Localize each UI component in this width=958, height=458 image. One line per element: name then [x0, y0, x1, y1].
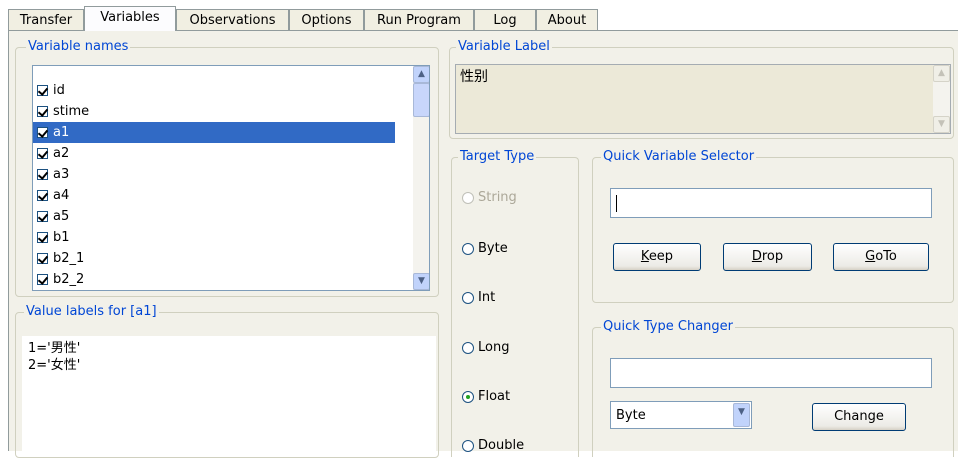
- radio-int-icon: [462, 292, 474, 304]
- keep-button-label: Keep: [640, 249, 674, 264]
- list-item[interactable]: a4: [33, 185, 395, 206]
- radio-label: Byte: [478, 241, 508, 256]
- radio-label: Double: [478, 438, 525, 453]
- list-item[interactable]: a5: [33, 206, 395, 227]
- tab-transfer[interactable]: Transfer: [8, 9, 84, 30]
- radio-double-icon: [462, 440, 474, 452]
- list-item-label: b1: [53, 230, 70, 245]
- tab-variables[interactable]: Variables: [84, 6, 176, 31]
- checkbox-b2-2[interactable]: [37, 274, 48, 285]
- radio-label: Long: [478, 340, 510, 355]
- variable-label-scrollbar: ▲ ▼: [933, 65, 950, 133]
- list-item-label: b2_1: [53, 251, 85, 266]
- tab-log[interactable]: Log: [474, 9, 536, 30]
- list-item-label: a1: [53, 125, 70, 140]
- list-item-label: stime: [53, 104, 90, 119]
- checkbox-a5[interactable]: [37, 211, 48, 222]
- drop-button-label: Drop: [751, 249, 784, 264]
- list-item-label: a3: [53, 167, 70, 182]
- tab-strip: Transfer Variables Observations Options …: [8, 6, 958, 31]
- value-labels-textbox[interactable]: 1='男性' 2='女性': [22, 336, 436, 456]
- variable-label-value: 性别: [460, 69, 488, 85]
- target-type-legend: Target Type: [458, 149, 537, 165]
- variables-panel: Variable names id stime a1 a2 a3 a4 a5 b…: [8, 31, 958, 458]
- list-item[interactable]: a2: [33, 143, 395, 164]
- checkbox-a4[interactable]: [37, 190, 48, 201]
- tab-observations[interactable]: Observations: [176, 9, 289, 30]
- text-cursor: [616, 195, 617, 212]
- quick-type-changer-legend: Quick Type Changer: [601, 319, 735, 335]
- radio-label: Float: [478, 389, 511, 404]
- checkbox-stime[interactable]: [37, 106, 48, 117]
- quick-variable-input[interactable]: [610, 188, 932, 218]
- variable-names-group: Variable names id stime a1 a2 a3 a4 a5 b…: [15, 39, 439, 297]
- value-labels-legend: Value labels for [a1]: [24, 304, 159, 320]
- drop-button[interactable]: Drop: [723, 243, 812, 271]
- quick-variable-selector-group: Quick Variable Selector Keep Drop GoTo: [592, 149, 954, 303]
- variable-names-listbox[interactable]: id stime a1 a2 a3 a4 a5 b1 b2_1 b2_2 ▲ ▼: [32, 65, 430, 291]
- tab-run-program[interactable]: Run Program: [364, 9, 474, 30]
- list-item[interactable]: id: [33, 80, 395, 101]
- target-type-group: Target Type String Byte Int Long Float D…: [451, 149, 579, 457]
- value-labels-group: Value labels for [a1] 1='男性' 2='女性': [15, 304, 439, 458]
- list-item-selected[interactable]: a1: [33, 122, 395, 143]
- radio-string-icon: [462, 192, 474, 204]
- scroll-down-icon[interactable]: ▼: [413, 273, 429, 290]
- list-item-label: a4: [53, 188, 70, 203]
- variable-label-legend: Variable Label: [456, 39, 552, 55]
- scroll-up-icon: ▲: [933, 65, 950, 82]
- radio-float-icon: [462, 391, 474, 403]
- keep-button[interactable]: Keep: [613, 243, 701, 271]
- scroll-thumb[interactable]: [413, 83, 429, 117]
- list-item[interactable]: stime: [33, 101, 395, 122]
- variable-label-group: Variable Label 性别 ▲ ▼: [449, 39, 954, 139]
- quick-type-input[interactable]: [610, 358, 932, 388]
- checkbox-id[interactable]: [37, 85, 48, 96]
- list-item-label: b2_2: [53, 272, 85, 287]
- list-item-label: id: [53, 83, 65, 98]
- scroll-down-icon: ▼: [933, 116, 950, 133]
- list-item-label: a2: [53, 146, 70, 161]
- type-select-value: Byte: [616, 408, 646, 423]
- checkbox-b2-1[interactable]: [37, 253, 48, 264]
- scroll-up-icon[interactable]: ▲: [413, 66, 429, 83]
- chevron-down-icon[interactable]: ▼: [733, 403, 750, 427]
- goto-button-label: GoTo: [865, 249, 897, 264]
- variable-label-field[interactable]: 性别 ▲ ▼: [455, 64, 951, 134]
- checkbox-b1[interactable]: [37, 232, 48, 243]
- tab-about[interactable]: About: [536, 9, 598, 30]
- list-item[interactable]: a3: [33, 164, 395, 185]
- list-item[interactable]: b2_1: [33, 248, 395, 269]
- quick-type-changer-group: Quick Type Changer Byte ▼ Change: [592, 319, 954, 457]
- radio-label: Int: [478, 290, 496, 305]
- list-item[interactable]: b2_2: [33, 269, 395, 290]
- checkbox-a2[interactable]: [37, 148, 48, 159]
- change-button-label: Change: [834, 409, 884, 424]
- quick-variable-selector-legend: Quick Variable Selector: [601, 149, 757, 165]
- list-item-label: a5: [53, 209, 70, 224]
- radio-label: String: [478, 190, 517, 205]
- checkbox-a3[interactable]: [37, 169, 48, 180]
- tab-options[interactable]: Options: [289, 9, 364, 30]
- variable-names-scrollbar[interactable]: ▲ ▼: [413, 66, 429, 290]
- radio-byte-icon: [462, 243, 474, 255]
- radio-long-icon: [462, 342, 474, 354]
- value-label-line: 2='女性': [28, 358, 81, 373]
- goto-button[interactable]: GoTo: [833, 243, 929, 271]
- list-item[interactable]: b1: [33, 227, 395, 248]
- variable-names-legend: Variable names: [26, 39, 131, 55]
- checkbox-a1[interactable]: [37, 127, 48, 138]
- type-select[interactable]: Byte ▼: [610, 401, 752, 429]
- change-button[interactable]: Change: [812, 403, 906, 431]
- value-label-line: 1='男性': [28, 341, 81, 356]
